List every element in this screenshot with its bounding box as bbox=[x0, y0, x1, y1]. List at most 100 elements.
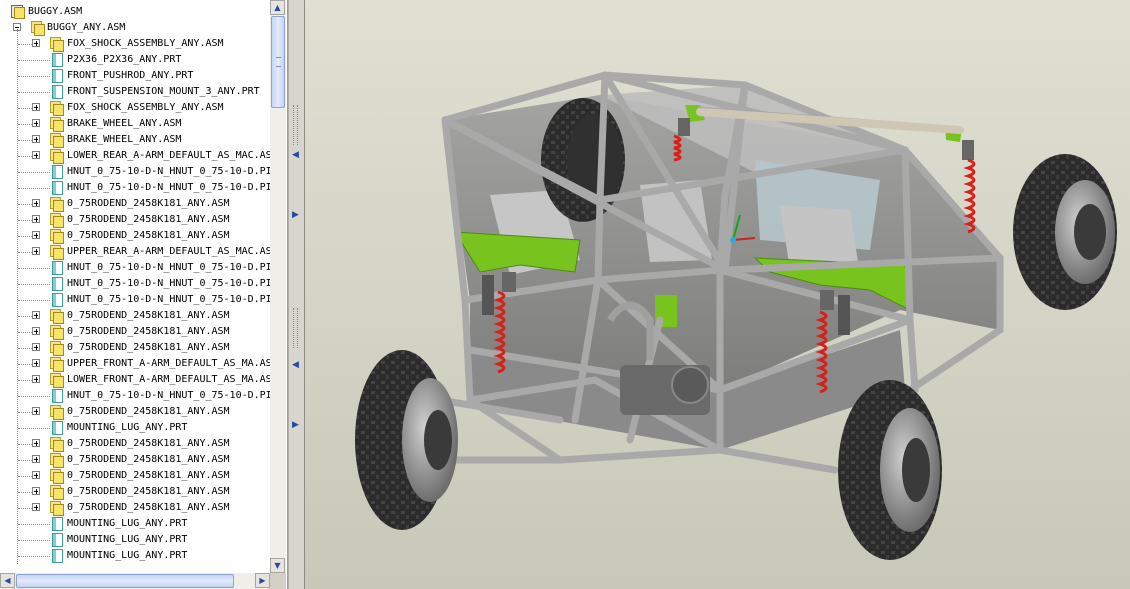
expand-right-icon[interactable]: ▶ bbox=[292, 210, 299, 220]
plus-box-icon[interactable] bbox=[32, 407, 40, 415]
plus-box-icon[interactable] bbox=[32, 119, 40, 127]
scroll-down-button[interactable]: ▼ bbox=[270, 558, 285, 573]
tree-item-row[interactable]: HNUT_0_75-10-D-N_HNUT_0_75-10-D.PI bbox=[0, 260, 270, 276]
plus-box-icon[interactable] bbox=[32, 327, 40, 335]
tree-item-row[interactable]: HNUT_0_75-10-D-N_HNUT_0_75-10-D.PI bbox=[0, 180, 270, 196]
tree-branch-line bbox=[18, 188, 50, 189]
tree-item-row[interactable]: 0_75RODEND_2458K181_ANY.ASM bbox=[0, 484, 270, 500]
plus-box-icon[interactable] bbox=[32, 503, 40, 511]
tree-item-row[interactable]: 0_75RODEND_2458K181_ANY.ASM bbox=[0, 500, 270, 516]
tree-item-row[interactable]: MOUNTING_LUG_ANY.PRT bbox=[0, 532, 270, 548]
tree-item-row[interactable]: FRONT_PUSHROD_ANY.PRT bbox=[0, 68, 270, 84]
tree-item-row[interactable]: 0_75RODEND_2458K181_ANY.ASM bbox=[0, 436, 270, 452]
tree-item-row[interactable]: FOX_SHOCK_ASSEMBLY_ANY.ASM bbox=[0, 36, 270, 52]
tree-branch-line bbox=[18, 60, 50, 61]
collapse-left-icon-lower[interactable]: ◀ bbox=[292, 360, 299, 370]
plus-box-icon[interactable] bbox=[32, 375, 40, 383]
part-icon bbox=[51, 277, 63, 291]
plus-box-icon[interactable] bbox=[32, 39, 40, 47]
tree-item-row[interactable]: FRONT_SUSPENSION_MOUNT_3_ANY.PRT bbox=[0, 84, 270, 100]
tree-item-row[interactable]: 0_75RODEND_2458K181_ANY.ASM bbox=[0, 340, 270, 356]
plus-box-icon[interactable] bbox=[32, 359, 40, 367]
vertical-scroll-thumb[interactable] bbox=[271, 16, 285, 108]
plus-box-icon[interactable] bbox=[32, 247, 40, 255]
splitter-grip-lower[interactable] bbox=[293, 308, 298, 348]
panel-splitter[interactable]: ◀ ▶ ◀ ▶ bbox=[288, 0, 305, 589]
expand-right-icon-lower[interactable]: ▶ bbox=[292, 420, 299, 430]
plus-box-icon[interactable] bbox=[32, 215, 40, 223]
tree-item-label: 0_75RODEND_2458K181_ANY.ASM bbox=[67, 342, 230, 353]
scroll-left-button[interactable]: ◀ bbox=[0, 573, 15, 588]
plus-box-icon[interactable] bbox=[32, 151, 40, 159]
tree-item-row[interactable]: 0_75RODEND_2458K181_ANY.ASM bbox=[0, 468, 270, 484]
assembly-icon bbox=[50, 501, 64, 516]
tree-item-row[interactable]: MOUNTING_LUG_ANY.PRT bbox=[0, 548, 270, 564]
tree-assembly-row[interactable]: BUGGY_ANY.ASM bbox=[0, 20, 270, 36]
tree-branch-line bbox=[18, 252, 32, 253]
tree-branch-line bbox=[18, 220, 32, 221]
tree-branch-line bbox=[18, 348, 32, 349]
tree-branch-line bbox=[18, 508, 32, 509]
assembly-root-icon bbox=[11, 5, 25, 19]
tree-item-row[interactable]: MOUNTING_LUG_ANY.PRT bbox=[0, 420, 270, 436]
chevron-down-icon: ▼ bbox=[274, 561, 281, 570]
tree-item-label: HNUT_0_75-10-D-N_HNUT_0_75-10-D.PI bbox=[67, 294, 270, 305]
tree-item-row[interactable]: 0_75RODEND_2458K181_ANY.ASM bbox=[0, 196, 270, 212]
tree-item-label: LOWER_FRONT_A-ARM_DEFAULT_AS_MA.AS bbox=[67, 374, 270, 385]
tree-root-row[interactable]: BUGGY.ASM bbox=[0, 4, 270, 20]
tree-item-row[interactable]: HNUT_0_75-10-D-N_HNUT_0_75-10-D.PI bbox=[0, 292, 270, 308]
collapse-left-icon[interactable]: ◀ bbox=[292, 150, 299, 160]
tree-item-row[interactable]: HNUT_0_75-10-D-N_HNUT_0_75-10-D.PI bbox=[0, 276, 270, 292]
tree-item-row[interactable]: HNUT_0_75-10-D-N_HNUT_0_75-10-D.PI bbox=[0, 164, 270, 180]
assembly-icon bbox=[50, 245, 64, 260]
tree-item-row[interactable]: P2X36_P2X36_ANY.PRT bbox=[0, 52, 270, 68]
tree-item-label: MOUNTING_LUG_ANY.PRT bbox=[67, 534, 188, 545]
tree-item-row[interactable]: 0_75RODEND_2458K181_ANY.ASM bbox=[0, 404, 270, 420]
tree-item-row[interactable]: BRAKE_WHEEL_ANY.ASM bbox=[0, 132, 270, 148]
tree-item-label: HNUT_0_75-10-D-N_HNUT_0_75-10-D.PI bbox=[67, 166, 270, 177]
assembly-icon bbox=[50, 373, 64, 388]
tree-item-row[interactable]: HNUT_0_75-10-D-N_HNUT_0_75-10-D.PI bbox=[0, 388, 270, 404]
scroll-up-button[interactable]: ▲ bbox=[270, 0, 285, 15]
tree-item-row[interactable]: FOX_SHOCK_ASSEMBLY_ANY.ASM bbox=[0, 100, 270, 116]
plus-box-icon[interactable] bbox=[32, 135, 40, 143]
plus-box-icon[interactable] bbox=[32, 311, 40, 319]
tree-branch-line bbox=[18, 492, 32, 493]
tree-item-label: UPPER_FRONT_A-ARM_DEFAULT_AS_MA.AS bbox=[67, 358, 270, 369]
tree-item-label: 0_75RODEND_2458K181_ANY.ASM bbox=[67, 438, 230, 449]
plus-box-icon[interactable] bbox=[32, 455, 40, 463]
tree-item-row[interactable]: LOWER_FRONT_A-ARM_DEFAULT_AS_MA.AS bbox=[0, 372, 270, 388]
tree-item-row[interactable]: 0_75RODEND_2458K181_ANY.ASM bbox=[0, 452, 270, 468]
plus-box-icon[interactable] bbox=[32, 231, 40, 239]
tree-branch-line bbox=[18, 316, 32, 317]
tree-branch-line bbox=[18, 204, 32, 205]
tree-item-label: 0_75RODEND_2458K181_ANY.ASM bbox=[67, 470, 230, 481]
tree-vertical-scrollbar[interactable]: ▲ ▼ bbox=[270, 0, 286, 573]
tree-branch-line bbox=[18, 460, 32, 461]
graphics-viewport[interactable] bbox=[305, 0, 1130, 589]
tree-item-label: FRONT_SUSPENSION_MOUNT_3_ANY.PRT bbox=[67, 86, 260, 97]
tree-item-row[interactable]: 0_75RODEND_2458K181_ANY.ASM bbox=[0, 308, 270, 324]
tree-item-row[interactable]: BRAKE_WHEEL_ANY.ASM bbox=[0, 116, 270, 132]
assembly-icon bbox=[50, 357, 64, 372]
tree-item-row[interactable]: UPPER_REAR_A-ARM_DEFAULT_AS_MAC.AS bbox=[0, 244, 270, 260]
plus-box-icon[interactable] bbox=[32, 471, 40, 479]
horizontal-scroll-thumb[interactable] bbox=[16, 574, 234, 588]
plus-box-icon[interactable] bbox=[32, 199, 40, 207]
splitter-grip[interactable] bbox=[293, 105, 298, 145]
tree-branch-line bbox=[18, 92, 50, 93]
plus-box-icon[interactable] bbox=[32, 343, 40, 351]
tree-item-row[interactable]: 0_75RODEND_2458K181_ANY.ASM bbox=[0, 228, 270, 244]
tree-item-row[interactable]: UPPER_FRONT_A-ARM_DEFAULT_AS_MA.AS bbox=[0, 356, 270, 372]
tree-item-row[interactable]: LOWER_REAR_A-ARM_DEFAULT_AS_MAC.AS bbox=[0, 148, 270, 164]
scroll-right-button[interactable]: ▶ bbox=[255, 573, 270, 588]
tree-item-row[interactable]: 0_75RODEND_2458K181_ANY.ASM bbox=[0, 212, 270, 228]
plus-box-icon[interactable] bbox=[32, 487, 40, 495]
tree-branch-line bbox=[18, 380, 32, 381]
tree-item-row[interactable]: 0_75RODEND_2458K181_ANY.ASM bbox=[0, 324, 270, 340]
tree-item-label: 0_75RODEND_2458K181_ANY.ASM bbox=[67, 326, 230, 337]
plus-box-icon[interactable] bbox=[32, 103, 40, 111]
tree-horizontal-scrollbar[interactable]: ◀ ▶ bbox=[0, 573, 270, 589]
tree-item-row[interactable]: MOUNTING_LUG_ANY.PRT bbox=[0, 516, 270, 532]
plus-box-icon[interactable] bbox=[32, 439, 40, 447]
